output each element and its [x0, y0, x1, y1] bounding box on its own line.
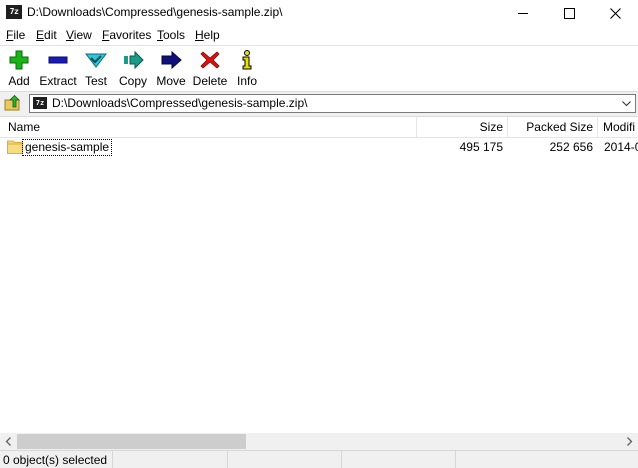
window-title: D:\Downloads\Compressed\genesis-sample.z… [27, 5, 283, 19]
delete-label: Delete [192, 74, 228, 88]
column-header-size[interactable]: Size [417, 117, 503, 137]
status-cell [228, 451, 342, 468]
info-icon [242, 50, 252, 70]
scroll-right-button[interactable] [621, 433, 638, 450]
status-cell [113, 451, 228, 468]
menu-view[interactable]: View [66, 28, 92, 42]
column-header-name[interactable]: Name [8, 117, 413, 137]
file-name: genesis-sample [22, 139, 113, 156]
file-packed-size: 252 656 [549, 140, 593, 154]
move-button[interactable]: Move [153, 49, 189, 89]
status-selected-count: 0 object(s) selected [3, 453, 108, 467]
menu-favorites[interactable]: Favorites [102, 28, 151, 42]
app-7zip-icon: 7z [6, 5, 22, 19]
copy-button[interactable]: Copy [116, 49, 150, 89]
extract-label: Extract [39, 74, 77, 88]
menu-edit[interactable]: Edit [36, 28, 57, 42]
maximize-icon [563, 7, 575, 19]
address-combobox[interactable]: 7z D:\Downloads\Compressed\genesis-sampl… [29, 94, 636, 113]
chevron-right-icon [627, 437, 633, 446]
list-item[interactable]: genesis-sample 495 175 252 656 2014-0 [0, 139, 638, 156]
move-label: Move [156, 74, 186, 88]
add-label: Add [8, 74, 30, 88]
delete-button[interactable]: Delete [191, 49, 229, 89]
extract-button[interactable]: Extract [38, 49, 78, 89]
status-cell [342, 451, 456, 468]
list-header: Name Size Packed Size Modifi [0, 117, 638, 138]
chevron-down-icon[interactable] [621, 98, 632, 109]
menu-tools[interactable]: Tools [157, 28, 185, 42]
minus-icon [48, 56, 68, 64]
address-path: D:\Downloads\Compressed\genesis-sample.z… [52, 96, 308, 110]
status-bar: 0 object(s) selected [0, 450, 638, 468]
add-button[interactable]: Add [2, 49, 36, 89]
scrollbar-thumb[interactable] [17, 434, 246, 449]
title-bar: 7z D:\Downloads\Compressed\genesis-sampl… [0, 0, 638, 26]
plus-icon [9, 50, 29, 70]
chevron-left-icon [5, 437, 11, 446]
column-header-packed-size[interactable]: Packed Size [508, 117, 593, 137]
close-icon [609, 7, 621, 19]
menu-help[interactable]: Help [195, 28, 220, 42]
horizontal-scrollbar[interactable] [0, 433, 638, 450]
file-modified: 2014-0 [604, 140, 638, 154]
zip-archive-icon: 7z [33, 97, 47, 109]
maximize-button[interactable] [546, 0, 592, 26]
copy-label: Copy [118, 74, 147, 88]
folder-icon [7, 140, 23, 154]
up-folder-icon[interactable] [4, 95, 22, 111]
minimize-icon [518, 12, 528, 14]
toolbar: Add Extract Test Copy Move Delete Info [0, 45, 638, 92]
menu-bar: File Edit View Favorites Tools Help [0, 26, 638, 45]
info-button[interactable]: Info [232, 49, 262, 89]
info-label: Info [236, 74, 257, 88]
address-row: 7z D:\Downloads\Compressed\genesis-sampl… [0, 91, 638, 117]
column-header-modified[interactable]: Modifi [598, 117, 638, 137]
test-button[interactable]: Test [80, 49, 112, 89]
close-button[interactable] [592, 0, 638, 26]
delete-x-icon [200, 51, 220, 69]
file-list: genesis-sample 495 175 252 656 2014-0 [0, 138, 638, 433]
copy-arrow-icon [124, 50, 144, 70]
move-arrow-icon [161, 50, 182, 70]
scroll-left-button[interactable] [0, 433, 17, 450]
file-size: 495 175 [459, 140, 503, 154]
status-cell-selection: 0 object(s) selected [0, 451, 113, 468]
check-down-icon [85, 53, 107, 68]
test-label: Test [84, 74, 107, 88]
minimize-button[interactable] [500, 0, 546, 26]
menu-file[interactable]: File [6, 28, 25, 42]
